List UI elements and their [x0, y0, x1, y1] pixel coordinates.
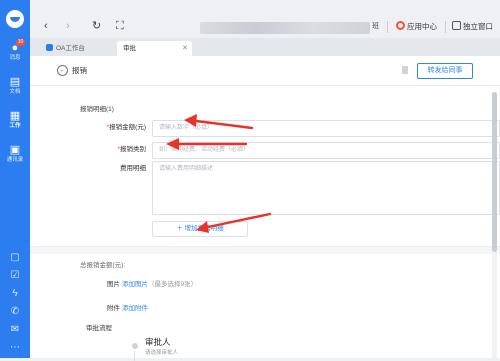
- checklist-icon[interactable]: ☑: [9, 270, 21, 282]
- app-center-icon: [396, 21, 405, 30]
- total-amount-label: 总报销金额(元):: [80, 262, 126, 269]
- standalone-window-label: 独立窗口: [463, 22, 493, 31]
- amount-label: *报销金额(元): [76, 123, 146, 133]
- forward-to-colleague-button[interactable]: 转发给同事: [417, 63, 473, 79]
- tab-approval[interactable]: 审批 ✕: [117, 41, 192, 56]
- sidebar-item-docs[interactable]: ▤ 文档: [0, 76, 30, 100]
- scrollbar[interactable]: [492, 92, 497, 358]
- title-tail-text: 班: [372, 23, 379, 30]
- add-attachment-link[interactable]: 添加附件: [122, 304, 148, 314]
- unread-badge: 10: [16, 39, 25, 46]
- approval-flow-label: 审批流程: [86, 325, 112, 332]
- standalone-window-button[interactable]: 独立窗口: [452, 20, 493, 34]
- tab-label: 审批: [123, 45, 136, 52]
- sidebar-item-label: 消息: [9, 55, 21, 61]
- sidebar-item-messages[interactable]: ● 10 消息: [0, 39, 30, 66]
- more-icon[interactable]: ⋯: [9, 342, 21, 354]
- approver-title: 审批人: [145, 337, 171, 347]
- flow-node-icon: [132, 343, 138, 349]
- phone-icon[interactable]: ✆: [9, 306, 21, 318]
- attachment-label: 附件: [107, 305, 120, 312]
- category-label: *报销类别: [76, 145, 146, 155]
- sidebar: ● 10 消息 ▤ 文档 ▦ 工作 ▣ 通讯录 ▢ ☑ ϟ ✆ ✉ ⋯: [0, 0, 30, 358]
- amount-input[interactable]: 请输入数字（必填）: [152, 120, 500, 137]
- grid-apps-icon: ▦: [9, 110, 21, 122]
- app-center-button[interactable]: 应用中心: [396, 20, 437, 34]
- picture-label: 图片: [107, 281, 120, 288]
- expand-icon[interactable]: ⛶: [116, 20, 124, 32]
- document-icon: ▤: [9, 76, 21, 88]
- refresh-icon[interactable]: ↻: [92, 20, 101, 32]
- lightning-icon[interactable]: ϟ: [9, 288, 21, 300]
- category-label-text: 报销类别: [120, 146, 146, 153]
- page-title: 报销: [72, 66, 87, 75]
- detail-section-title: 报销明细(1): [80, 106, 114, 113]
- category-input[interactable]: 如：采购经费、活动经费（必填）: [152, 142, 500, 159]
- tab-strip: OA工作台 审批 ✕: [30, 38, 500, 56]
- browser-topbar: ‹ › ↻ ⛶ 班 应用中心 独立窗口: [30, 0, 500, 38]
- forward-nav-icon[interactable]: ›: [66, 20, 70, 32]
- sidebar-item-contacts[interactable]: ▣ 通讯录: [0, 144, 30, 168]
- blurred-title-bar: [200, 22, 370, 34]
- back-nav-icon[interactable]: ‹: [44, 20, 48, 32]
- window-icon: [452, 21, 461, 30]
- oa-icon: [46, 44, 53, 51]
- sidebar-item-label: 通讯录: [6, 157, 24, 163]
- add-picture-link[interactable]: 添加图片（最多选择9张）: [122, 280, 197, 290]
- amount-label-text: 报销金额(元): [109, 124, 146, 131]
- tab-oa-workbench[interactable]: OA工作台: [40, 41, 115, 56]
- bookmark-icon[interactable]: [402, 66, 408, 74]
- divider: [387, 21, 388, 33]
- section-divider: [30, 246, 500, 254]
- approval-form-page: ← 报销 转发给同事 报销明细(1) *报销金额(元) 请输入数字（必填） *报…: [30, 56, 500, 361]
- tab-label: OA工作台: [56, 45, 85, 52]
- add-picture-text[interactable]: 添加图片: [122, 281, 148, 288]
- app-center-label: 应用中心: [407, 22, 437, 31]
- detail-textarea[interactable]: 请输入费用明细描述: [152, 161, 500, 215]
- add-detail-button[interactable]: ＋ 增加报销明细: [152, 221, 248, 237]
- contacts-icon: ▣: [9, 144, 21, 156]
- scroll-thumb[interactable]: [492, 92, 497, 252]
- sidebar-item-label: 工作: [9, 123, 21, 129]
- select-approver-hint[interactable]: 请选择审批人: [145, 349, 178, 357]
- calendar-icon[interactable]: ▢: [9, 252, 21, 264]
- app-logo-icon[interactable]: [6, 10, 24, 28]
- mail-icon[interactable]: ✉: [9, 324, 21, 336]
- form-header: ← 报销 转发给同事: [30, 56, 500, 86]
- close-icon[interactable]: ✕: [182, 41, 188, 56]
- picture-hint: （最多选择9张）: [148, 281, 198, 288]
- sidebar-item-label: 文档: [9, 89, 21, 95]
- flow-connector: [134, 351, 135, 361]
- divider: [445, 21, 446, 33]
- back-arrow-icon[interactable]: ←: [57, 65, 68, 76]
- detail-label: 费用明细: [120, 165, 146, 172]
- sidebar-item-work[interactable]: ▦ 工作: [0, 110, 30, 134]
